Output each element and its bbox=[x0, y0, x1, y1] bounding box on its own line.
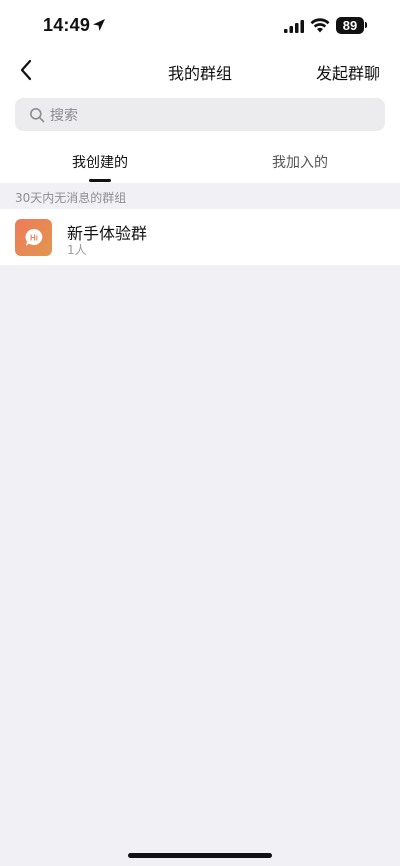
section-header: 30天内无消息的群组 bbox=[15, 191, 127, 205]
location-arrow-icon bbox=[93, 19, 105, 31]
active-tab-indicator bbox=[89, 179, 111, 182]
status-bar: 14:49 89 bbox=[0, 0, 400, 52]
cellular-signal-icon bbox=[284, 20, 304, 33]
list-item[interactable]: Hi 新手体验群 1人 bbox=[0, 209, 400, 265]
search-icon bbox=[30, 107, 45, 122]
home-indicator bbox=[128, 853, 272, 858]
status-time: 14:49 bbox=[43, 15, 91, 35]
battery-tip bbox=[365, 22, 367, 28]
hi-chat-bubble-icon: Hi bbox=[25, 228, 42, 246]
tab-joined[interactable]: 我加入的 bbox=[200, 152, 400, 172]
avatar-text: Hi bbox=[30, 233, 38, 242]
group-member-count: 1人 bbox=[67, 243, 87, 257]
battery-indicator: 89 bbox=[336, 17, 364, 34]
wifi-icon bbox=[310, 18, 330, 33]
group-avatar: Hi bbox=[15, 219, 52, 256]
battery-level: 89 bbox=[342, 18, 358, 33]
tab-created[interactable]: 我创建的 bbox=[0, 152, 200, 172]
search-input[interactable]: 搜索 bbox=[15, 98, 385, 131]
start-group-chat-button[interactable]: 发起群聊 bbox=[316, 60, 380, 84]
search-placeholder: 搜索 bbox=[50, 107, 78, 124]
